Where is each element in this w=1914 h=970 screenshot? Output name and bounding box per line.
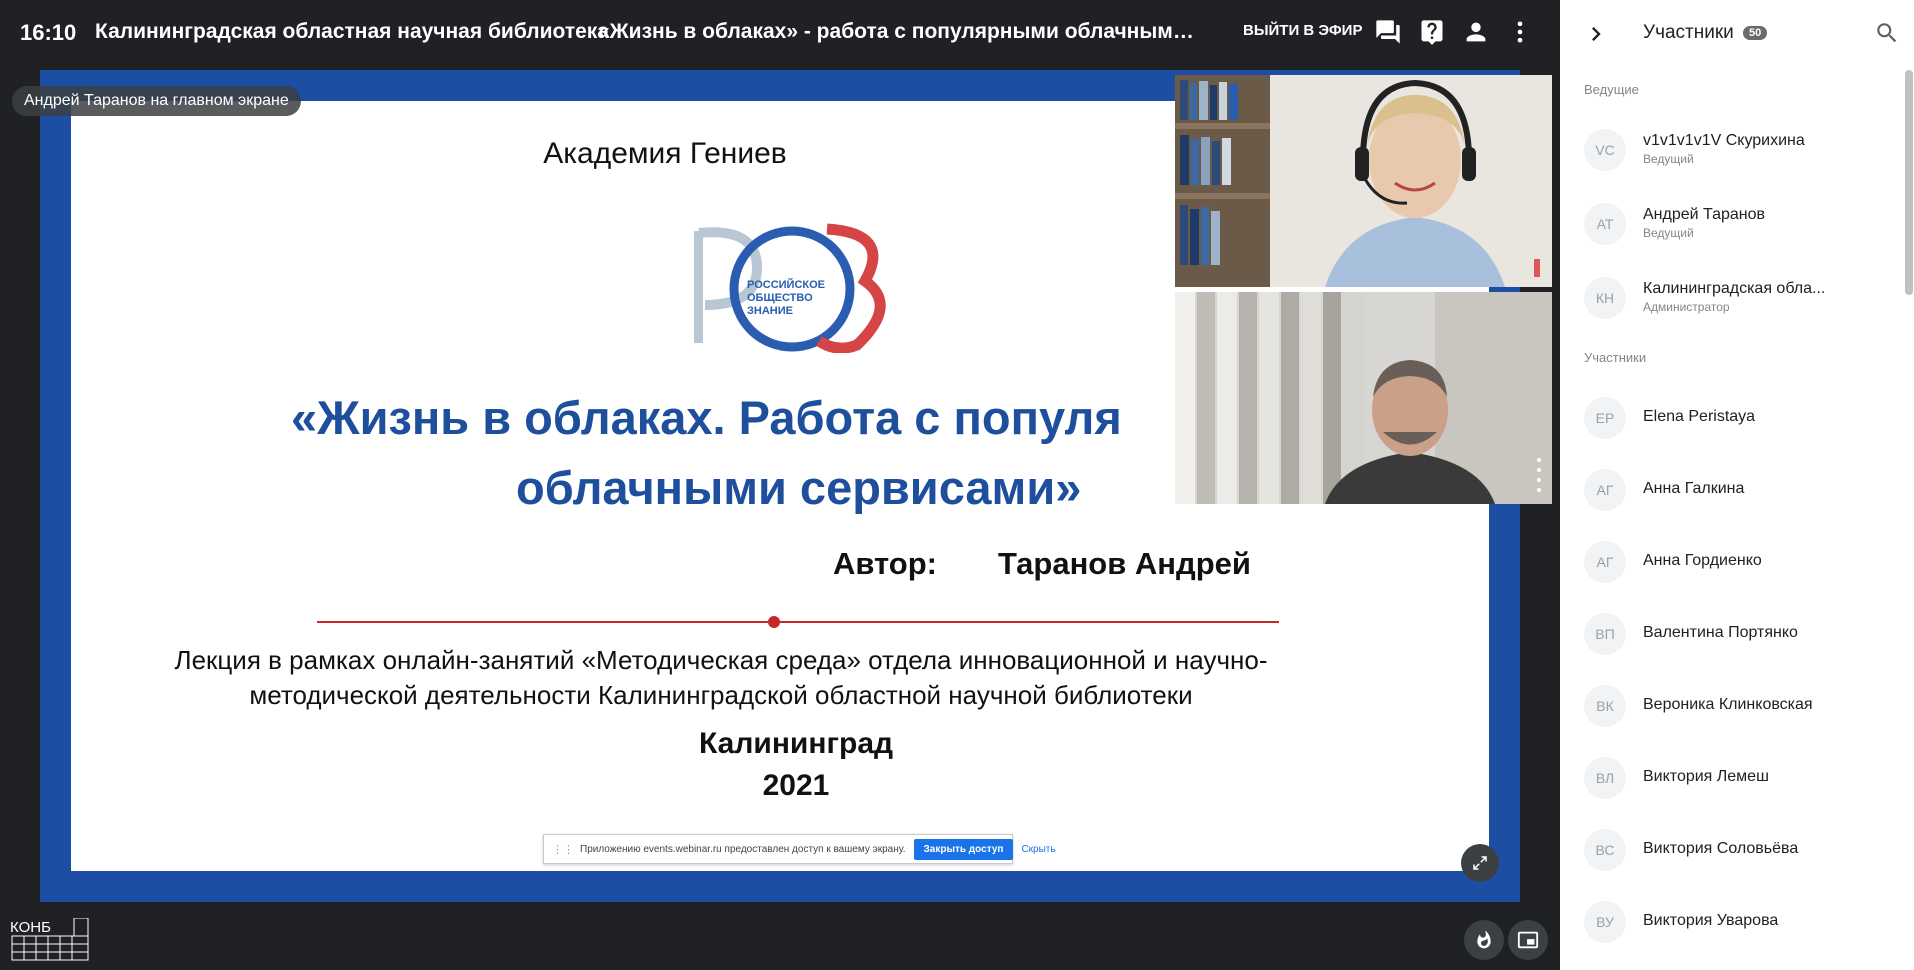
participants-title: Участники (1643, 22, 1734, 43)
avatar: АГ (1584, 469, 1626, 511)
avatar: ВП (1584, 613, 1626, 655)
avatar: АГ (1584, 541, 1626, 583)
fullscreen-button[interactable] (1461, 844, 1499, 882)
logo-text-line: РОССИЙСКОЕ (747, 279, 825, 291)
logo-text-line: ЗНАНИЕ (747, 305, 793, 317)
drag-handle-icon[interactable]: ⋮⋮ (552, 843, 574, 856)
rozn-logo: РОССИЙСКОЕ ОБЩЕСТВО ЗНАНИЕ (687, 223, 897, 354)
participant-role: Администратор (1643, 300, 1730, 314)
participant-row[interactable]: АТ Андрей Таранов Ведущий (1560, 194, 1900, 254)
slide-academy: Академия Гениев (543, 137, 787, 170)
konb-logo-text: КОНБ (10, 919, 51, 936)
share-notice-text: Приложению events.webinar.ru предоставле… (580, 843, 906, 855)
slide-city: Калининград (698, 727, 894, 760)
event-title: «Жизнь в облаках» - работа с популярными… (598, 20, 1198, 43)
avatar: ВК (1584, 685, 1626, 727)
main-area: 16:10 Калининградская областная научная … (0, 0, 1560, 970)
search-participants-button[interactable] (1874, 20, 1900, 46)
mic-off-icon (1534, 259, 1540, 277)
reactions-button[interactable] (1464, 920, 1504, 960)
participant-row[interactable]: АГ Анна Гордиенко (1560, 532, 1900, 592)
picture-in-picture-icon (1517, 931, 1539, 949)
participant-row[interactable]: ВП Валентина Портянко (1560, 604, 1900, 664)
avatar: ВУ (1584, 901, 1626, 943)
slide-title-line2: облачными сервисами» (516, 461, 1082, 514)
participant-role: Ведущий (1643, 226, 1694, 240)
chat-icon[interactable] (1374, 18, 1402, 46)
go-live-button[interactable]: ВЫЙТИ В ЭФИР (1243, 22, 1362, 39)
tile-more-icon[interactable] (1536, 456, 1542, 496)
participant-name: Андрей Таранов (1643, 206, 1766, 223)
avatar: EP (1584, 397, 1626, 439)
participant-name: Анна Гордиенко (1643, 552, 1762, 569)
slide-divider-dot (768, 616, 780, 628)
layout-button[interactable] (1508, 920, 1548, 960)
collapse-panel-button[interactable] (1582, 20, 1610, 48)
slide-lecture-text: Лекция в рамках онлайн-занятий «Методиче… (174, 645, 1268, 710)
more-vert-icon[interactable] (1506, 18, 1534, 46)
person-icon[interactable] (1462, 18, 1490, 46)
slide-author-label: Автор: (833, 546, 938, 581)
participant-name: Виктория Лемеш (1643, 768, 1769, 785)
avatar: АТ (1584, 203, 1626, 245)
konb-logo: КОНБ (10, 917, 90, 962)
presenter-badge: Андрей Таранов на главном экране (12, 86, 301, 116)
avatar: ВС (1584, 829, 1626, 871)
video-tile-host[interactable] (1175, 75, 1552, 287)
participant-row[interactable]: ВС Виктория Соловьёва (1560, 820, 1900, 880)
expand-icon (1473, 856, 1487, 870)
participant-row[interactable]: VC v1v1v1v1V Скурихина Ведущий (1560, 120, 1900, 180)
participant-name: Виктория Уварова (1643, 912, 1779, 929)
slide-divider (317, 621, 1279, 623)
organization-name: Калининградская областная научная библио… (95, 20, 609, 43)
participant-name: Анна Галкина (1643, 480, 1745, 497)
stop-sharing-button[interactable]: Закрыть доступ (913, 838, 1014, 860)
participant-row[interactable]: EP Elena Peristaya (1560, 388, 1900, 448)
participant-row[interactable]: ВЛ Виктория Лемеш (1560, 748, 1900, 808)
avatar: КН (1584, 277, 1626, 319)
participant-name: v1v1v1v1V Скурихина (1643, 132, 1805, 149)
search-icon (1877, 23, 1897, 43)
logo-text-line: ОБЩЕСТВО (747, 292, 813, 304)
participant-name: Elena Peristaya (1643, 408, 1756, 425)
hide-notice-link[interactable]: Скрыть (1021, 844, 1055, 855)
participant-row[interactable]: ВУ Виктория Уварова (1560, 892, 1900, 952)
screen-share-notice: ⋮⋮ Приложению events.webinar.ru предоста… (543, 834, 1056, 864)
participant-row[interactable]: КН Калининградская обла... Администратор (1560, 268, 1900, 328)
slide-year: 2021 (762, 769, 830, 802)
participant-name: Калининградская обла... (1643, 280, 1826, 297)
participants-panel: Участники 50 Ведущие VC v1v1v1v1V Скурих… (1560, 0, 1914, 970)
participant-name: Виктория Соловьёва (1643, 840, 1799, 857)
question-icon[interactable] (1418, 18, 1446, 46)
slide-title-line1: «Жизнь в облаках. Работа с популя (291, 391, 1122, 444)
top-bar: 16:10 Калининградская областная научная … (0, 0, 1560, 64)
participant-name: Валентина Портянко (1643, 624, 1798, 641)
avatar: ВЛ (1584, 757, 1626, 799)
participant-row[interactable]: ВК Вероника Клинковская (1560, 676, 1900, 736)
flame-icon (1477, 930, 1491, 949)
video-tile-presenter[interactable] (1175, 292, 1552, 504)
hosts-section-label: Ведущие (1584, 82, 1639, 97)
participants-count-badge: 50 (1743, 26, 1768, 40)
participant-role: Ведущий (1643, 152, 1694, 166)
chevron-right-icon (1592, 27, 1601, 41)
clock: 16:10 (20, 20, 77, 45)
participants-scrollbar[interactable] (1905, 70, 1913, 295)
slide-author: Таранов Андрей (998, 546, 1251, 581)
avatar: VC (1584, 129, 1626, 171)
participants-header: Участники 50 (1560, 0, 1914, 68)
participant-row[interactable]: АГ Анна Галкина (1560, 460, 1900, 520)
participants-section-label: Участники (1584, 350, 1647, 365)
participant-name: Вероника Клинковская (1643, 696, 1813, 713)
